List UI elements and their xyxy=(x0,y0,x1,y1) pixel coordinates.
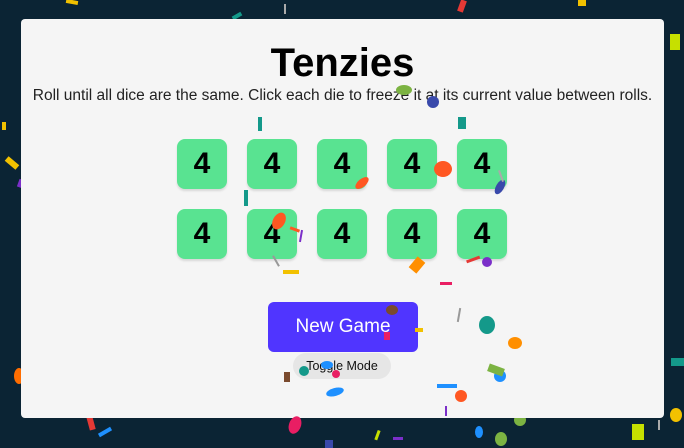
game-title: Tenzies xyxy=(270,41,415,85)
dice-grid: 4 4 4 4 4 4 4 4 4 4 xyxy=(177,139,511,259)
die-10[interactable]: 4 xyxy=(457,209,507,259)
new-game-button[interactable]: New Game xyxy=(268,302,418,352)
die-6[interactable]: 4 xyxy=(177,209,227,259)
toggle-mode-button[interactable]: Toggle Mode xyxy=(293,353,391,379)
die-7[interactable]: 4 xyxy=(247,209,297,259)
die-1[interactable]: 4 xyxy=(177,139,227,189)
die-8[interactable]: 4 xyxy=(317,209,367,259)
game-card: Tenzies Roll until all dice are the same… xyxy=(21,19,664,418)
die-3[interactable]: 4 xyxy=(317,139,367,189)
die-4[interactable]: 4 xyxy=(387,139,437,189)
instructions-text: Roll until all dice are the same. Click … xyxy=(32,87,653,104)
die-9[interactable]: 4 xyxy=(387,209,437,259)
die-5[interactable]: 4 xyxy=(457,139,507,189)
die-2[interactable]: 4 xyxy=(247,139,297,189)
